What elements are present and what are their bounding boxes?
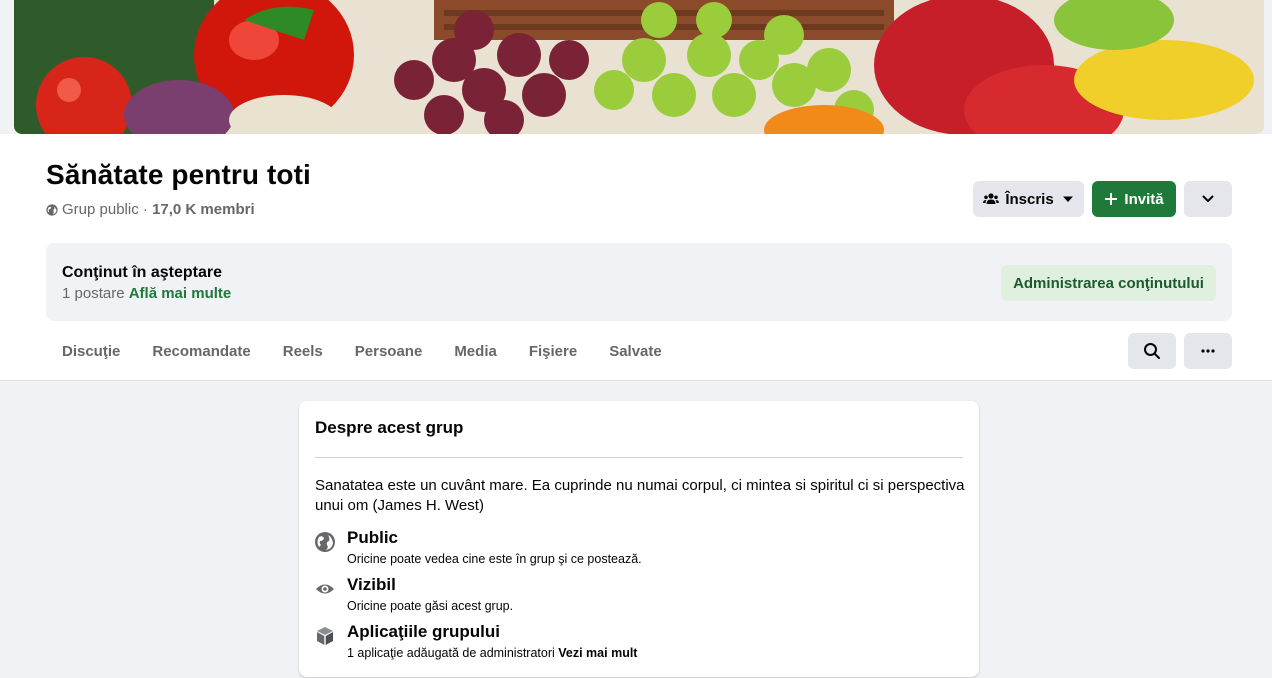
chevron-down-icon [1202, 195, 1214, 202]
about-item-subtitle: 1 aplicaţie adăugată de administratori V… [347, 646, 637, 660]
invite-button[interactable]: Invită [1092, 181, 1176, 217]
tab-people[interactable]: Persoane [339, 333, 439, 369]
header-more-button[interactable] [1184, 181, 1232, 217]
cover-photo[interactable] [14, 0, 1264, 134]
about-item-title: Public [347, 528, 399, 547]
about-description: Sanatatea este un cuvânt mare. Ea cuprin… [315, 477, 965, 514]
group-apps-text: 1 aplicaţie adăugată de administratori [347, 646, 555, 660]
more-options-button[interactable] [1184, 333, 1232, 369]
about-item-subtitle: Oricine poate găsi acest grup. [347, 599, 514, 613]
search-button[interactable] [1128, 333, 1176, 369]
group-header: Sănătate pentru toti Grup public · 17,0 … [0, 134, 1272, 381]
tab-discussion[interactable]: Discuţie [46, 333, 136, 369]
plus-icon [1105, 193, 1118, 205]
about-title: Despre acest grup [315, 418, 464, 437]
globe-icon [315, 532, 335, 552]
tab-reels[interactable]: Reels [267, 333, 339, 369]
see-more-link[interactable]: Vezi mai mult [558, 646, 637, 660]
tab-featured[interactable]: Recomandate [136, 333, 266, 369]
pending-subtitle: 1 postare Află mai multe [62, 285, 231, 302]
tab-media[interactable]: Media [438, 333, 513, 369]
joined-label: Înscris [1005, 190, 1054, 208]
about-item-subtitle: Oricine poate vedea cine este în grup şi… [347, 552, 642, 566]
caret-down-icon [1062, 196, 1073, 202]
eye-icon [316, 584, 334, 594]
manage-content-button[interactable]: Administrarea conţinutului [1001, 265, 1216, 301]
group-name[interactable]: Sănătate pentru toti [46, 159, 311, 191]
search-icon [1144, 343, 1160, 359]
about-divider [315, 457, 963, 458]
group-tabs: Discuţie Recomandate Reels Persoane Medi… [46, 333, 678, 369]
meta-separator: · [138, 201, 153, 218]
about-group-card: Despre acest grup Sanatatea este un cuvâ… [299, 401, 979, 677]
members-icon [983, 193, 1000, 204]
group-members-count[interactable]: 17,0 K membri [152, 201, 255, 218]
about-item-title: Aplicaţiile grupului [347, 622, 501, 641]
joined-button[interactable]: Înscris [973, 181, 1084, 217]
pending-title: Conţinut în aşteptare [62, 264, 223, 281]
cover-illustration [14, 0, 1264, 134]
cube-icon [317, 627, 333, 645]
tab-saved[interactable]: Salvate [593, 333, 678, 369]
globe-icon [46, 203, 58, 216]
invite-label: Invită [1124, 190, 1164, 208]
pending-count: 1 postare [62, 285, 125, 302]
learn-more-link[interactable]: Află mai multe [129, 285, 232, 302]
group-meta: Grup public · 17,0 K membri [46, 201, 255, 218]
pending-content-panel: Conţinut în aşteptare 1 postare Află mai… [46, 243, 1232, 321]
about-item-title: Vizibil [347, 575, 396, 594]
more-dots-icon [1201, 349, 1215, 353]
group-privacy: Grup public [62, 201, 139, 218]
tab-files[interactable]: Fişiere [513, 333, 593, 369]
